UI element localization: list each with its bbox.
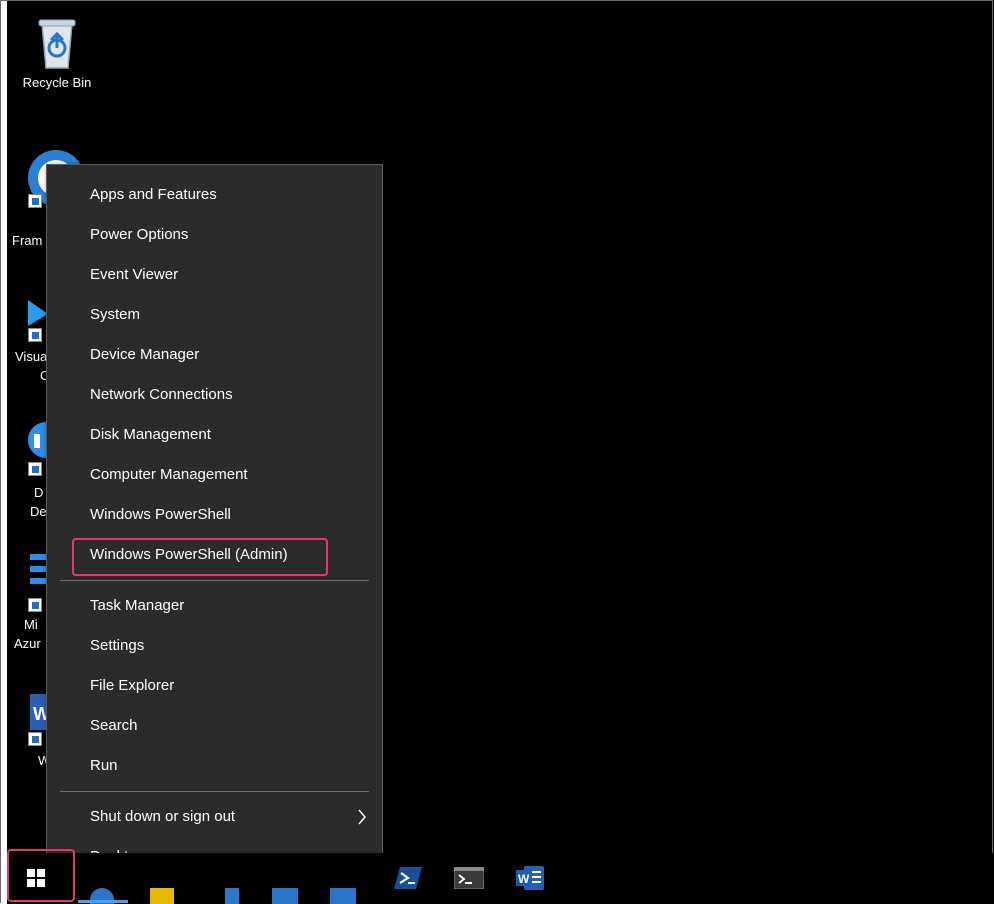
desktop-icon-label: Visua (15, 349, 48, 364)
svg-text:W: W (518, 872, 530, 886)
active-indicator (78, 900, 128, 903)
shortcut-arrow-icon (28, 732, 42, 746)
menu-separator (60, 580, 369, 581)
powershell-icon (394, 867, 422, 889)
menu-item-event-viewer[interactable]: Event Viewer (48, 257, 381, 293)
highlight-powershell-admin (72, 538, 328, 576)
shortcut-arrow-icon (28, 462, 42, 476)
taskbar-word-button[interactable]: W (510, 858, 550, 898)
shortcut-arrow-icon (28, 194, 42, 208)
winx-context-menu: Apps and Features Power Options Event Vi… (46, 164, 383, 888)
shortcut-arrow-icon (28, 598, 42, 612)
menu-separator (60, 791, 369, 792)
recycle-bin-icon (38, 19, 76, 69)
store-icon[interactable] (225, 888, 239, 904)
menu-item-run[interactable]: Run (48, 748, 381, 784)
menu-item-shut-down-or-sign-out[interactable]: Shut down or sign out (48, 799, 381, 835)
desktop-icon-label: De (30, 504, 47, 519)
app-icon[interactable] (330, 888, 356, 904)
menu-item-device-manager[interactable]: Device Manager (48, 337, 381, 373)
shortcut-arrow-icon (28, 328, 42, 342)
desktop-icon-recycle-bin[interactable]: Recycle Bin (14, 14, 100, 91)
chevron-right-icon (358, 809, 366, 825)
window-edge (0, 0, 7, 904)
menu-item-task-manager[interactable]: Task Manager (48, 588, 381, 624)
menu-item-computer-management[interactable]: Computer Management (48, 457, 381, 493)
desktop-icon-label: Azur (14, 636, 41, 651)
menu-item-apps-and-features[interactable]: Apps and Features (48, 177, 381, 213)
highlight-start-button (7, 849, 75, 902)
taskbar-powershell-button[interactable] (388, 858, 428, 898)
taskbar-terminal-button[interactable] (449, 858, 489, 898)
menu-item-label: Shut down or sign out (90, 808, 236, 825)
app-icon[interactable] (272, 888, 298, 904)
desktop-icon-label: Fram (12, 233, 43, 248)
desktop-icon-label: D (34, 485, 44, 500)
menu-item-settings[interactable]: Settings (48, 628, 381, 664)
menu-item-windows-powershell[interactable]: Windows PowerShell (48, 497, 381, 533)
menu-item-search[interactable]: Search (48, 708, 381, 744)
menu-item-network-connections[interactable]: Network Connections (48, 377, 381, 413)
menu-item-file-explorer[interactable]: File Explorer (48, 668, 381, 704)
desktop-icon-label: Mi (24, 617, 38, 632)
terminal-icon (454, 867, 484, 889)
menu-item-system[interactable]: System (48, 297, 381, 333)
word-icon: W (516, 866, 544, 890)
menu-item-disk-management[interactable]: Disk Management (48, 417, 381, 453)
desktop-icon-label: Recycle Bin (22, 75, 92, 90)
file-explorer-icon[interactable] (150, 888, 174, 904)
menu-item-power-options[interactable]: Power Options (48, 217, 381, 253)
